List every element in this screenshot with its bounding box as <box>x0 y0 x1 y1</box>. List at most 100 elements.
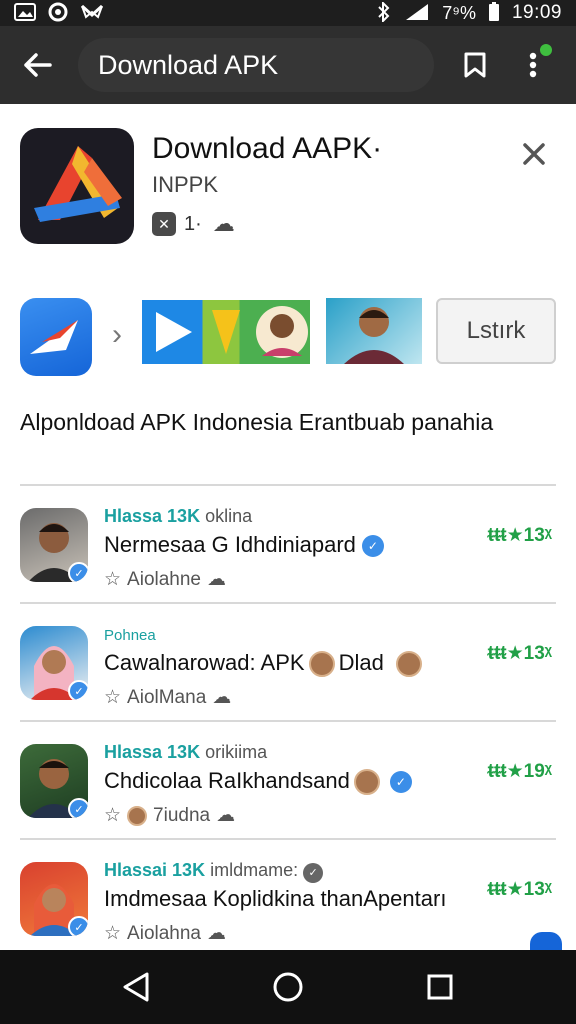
user-avatar-icon <box>395 651 422 678</box>
circle-home-icon <box>273 972 303 1002</box>
item-meta-text: orikiima <box>205 742 268 762</box>
app-meta: ✕ 1· ☁ <box>152 211 238 236</box>
item-subtitle-text: Aiolahne <box>127 568 201 590</box>
item-title: Nermesaa G Idhdiniapard ✓ <box>104 532 384 558</box>
list-button[interactable]: Lstırk <box>436 298 556 364</box>
screenshot-row: › Lstırk <box>20 298 560 378</box>
list-item[interactable]: ✓ Hlassa 13K oklina Nermesaa G Idhdiniap… <box>20 484 556 602</box>
nav-home-button[interactable] <box>258 957 318 1017</box>
notification-dot <box>538 42 554 58</box>
app-subtitle: INPPK <box>152 172 219 197</box>
item-subtitle: ☆ AiolMana ☁ <box>104 686 231 709</box>
list-item[interactable]: ✓ Pohnea Cawalnarowad: APK Dlad ☆ AiolMana… <box>20 602 556 720</box>
item-title-text: Chdicolaa RaIkhandsand <box>104 768 350 793</box>
bookmark-button[interactable] <box>452 42 498 88</box>
rating: ᵵᵵᵵ★13ᵡ <box>487 525 552 546</box>
status-bar: 7⁹% 19:09 <box>0 0 576 26</box>
item-subtitle-text: 7iudna <box>153 804 211 826</box>
verified-icon: ✓ <box>389 771 412 794</box>
item-subtitle: ☆ 7iudna ☁ <box>104 804 235 827</box>
chevron-right-icon: › <box>112 318 122 351</box>
item-meta-text: oklina <box>205 506 253 526</box>
avatar: ✓ <box>20 862 88 936</box>
star-outline-icon: ☆ <box>104 923 122 944</box>
circle-app-icon <box>48 2 68 25</box>
triangle-back-icon <box>123 972 149 1002</box>
item-title: Chdicolaa RaIkhandsand ✓ <box>104 768 412 796</box>
screenshot-thumbnail-1[interactable] <box>142 300 310 364</box>
nav-back-button[interactable] <box>106 957 166 1017</box>
description-text: Alponldoad APK Indonesia Erantbuab panah… <box>20 409 494 435</box>
page-title: Download APK <box>98 49 279 80</box>
status-left <box>14 2 104 25</box>
battery-icon <box>488 1 500 25</box>
user-avatar-icon <box>127 805 148 826</box>
item-title: Imdmesaa Koplidkina thanApentarı <box>104 886 446 912</box>
cloud-icon: ☁ <box>212 687 232 708</box>
verified-icon: ✓ <box>361 535 384 558</box>
nav-recents-button[interactable] <box>410 957 470 1017</box>
app-list: ✓ Hlassa 13K oklina Nermesaa G Idhdiniap… <box>20 484 556 956</box>
clock: 19:09 <box>511 2 562 23</box>
verified-badge-icon: ✓ <box>68 916 88 936</box>
user-avatar-icon <box>308 651 335 678</box>
item-meta-accent: Hlassai 13K <box>104 860 206 880</box>
signal-icon <box>404 2 430 25</box>
item-title: Cawalnarowad: APK Dlad <box>104 650 426 678</box>
item-meta-text: imldmame: <box>210 860 299 880</box>
close-button[interactable] <box>514 134 554 174</box>
app-title: Download AAPK· <box>152 132 383 165</box>
list-item[interactable]: ✓ Hlassai 13K imldmame: ✓ Imdmesaa Kopli… <box>20 838 556 956</box>
avatar: ✓ <box>20 744 88 818</box>
avatar: ✓ <box>20 626 88 700</box>
small-app-icon[interactable] <box>20 298 92 376</box>
item-title-text: Imdmesaa Koplidkina thanApentarı <box>104 886 447 911</box>
verified-badge-icon: ✓ <box>68 798 88 818</box>
item-subtitle: ☆ Aiolahna ☁ <box>104 922 226 945</box>
bookmark-icon <box>464 52 486 78</box>
gallery-icon <box>14 2 36 24</box>
screenshot-thumbnail-2[interactable] <box>326 298 422 364</box>
tools-icon: ✕ <box>152 212 176 236</box>
navigation-bar <box>0 950 576 1024</box>
rating: ᵵᵵᵵ★19ᵡ <box>487 761 552 782</box>
rating: ᵵᵵᵵ★13ᵡ <box>487 879 552 900</box>
close-icon <box>523 143 545 165</box>
list-item[interactable]: ✓ Hlassa 13K orikiima Chdicolaa RaIkhand… <box>20 720 556 838</box>
cloud-icon: ☁ <box>207 923 226 944</box>
star-outline-icon: ☆ <box>104 569 122 590</box>
item-title-extra: Dlad <box>338 650 384 675</box>
arrow-left-icon <box>24 53 52 77</box>
verified-badge-icon: ✓ <box>68 562 88 582</box>
more-vert-icon <box>529 52 537 78</box>
overflow-menu-button[interactable] <box>510 42 556 88</box>
item-meta: Hlassa 13K orikiima <box>104 742 267 763</box>
email-icon <box>80 3 104 24</box>
status-right: 7⁹% 19:09 <box>376 0 562 25</box>
user-avatar-icon <box>353 769 380 796</box>
square-recents-icon <box>427 974 453 1000</box>
item-meta: Hlassa 13K oklina <box>104 506 252 527</box>
item-subtitle: ☆ Aiolahne ☁ <box>104 568 226 591</box>
screen: 7⁹% 19:09 Download APK Download AAPK· IN… <box>0 0 576 1024</box>
back-button[interactable] <box>14 42 60 88</box>
cloud-icon: ☁ <box>216 805 236 826</box>
meta-text: 1· <box>184 212 202 235</box>
battery-percentage: 7⁹% <box>442 2 476 23</box>
app-bar: Download APK <box>0 26 576 104</box>
app-header: Download AAPK· INPPK ✕ 1· ☁ <box>20 128 560 248</box>
star-outline-icon: ☆ <box>104 805 122 826</box>
item-subtitle-text: AiolMana <box>127 686 207 708</box>
item-meta-accent: Pohnea <box>104 627 156 644</box>
bluetooth-icon <box>376 0 392 25</box>
address-bar[interactable]: Download APK <box>78 38 434 92</box>
content: Download AAPK· INPPK ✕ 1· ☁ › Lstırk Alp… <box>0 104 576 950</box>
item-meta: Pohnea <box>104 624 156 645</box>
avatar: ✓ <box>20 508 88 582</box>
item-meta-accent: Hlassa 13K <box>104 506 201 526</box>
app-logo <box>20 128 134 244</box>
item-title-text: Cawalnarowad: APK <box>104 650 305 675</box>
verified-badge-icon: ✓ <box>68 680 88 700</box>
item-title-text: Nermesaa G Idhdiniapard <box>104 532 356 557</box>
clock-badge-icon: ✓ <box>303 862 324 883</box>
